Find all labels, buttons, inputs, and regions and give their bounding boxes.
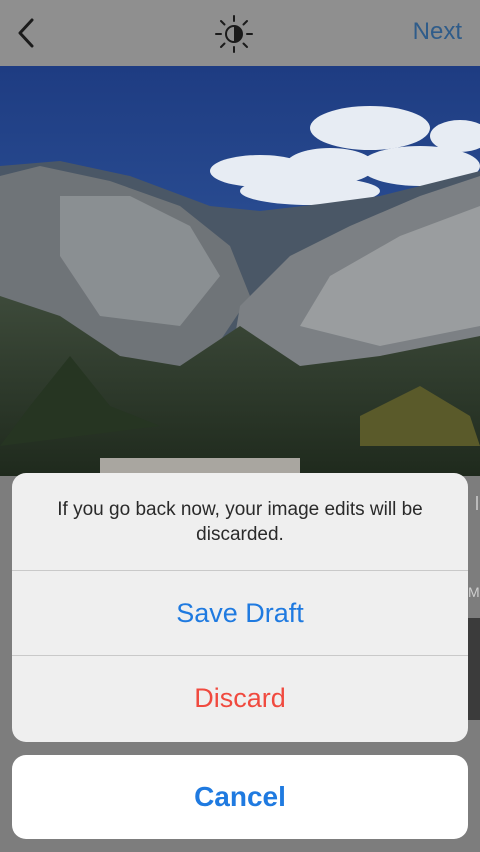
discard-button[interactable]: Discard bbox=[12, 656, 468, 741]
action-sheet-message: If you go back now, your image edits wil… bbox=[12, 473, 468, 571]
save-draft-button[interactable]: Save Draft bbox=[12, 571, 468, 656]
top-navigation-bar: Next bbox=[0, 0, 480, 66]
lux-sun-icon[interactable] bbox=[214, 14, 254, 54]
chevron-left-icon[interactable] bbox=[14, 16, 42, 50]
cancel-button[interactable]: Cancel bbox=[12, 755, 468, 839]
next-button[interactable]: Next bbox=[413, 18, 462, 46]
photo-preview bbox=[0, 66, 480, 476]
filter-label-peek: Mo bbox=[468, 584, 480, 600]
scroll-indicator bbox=[476, 496, 478, 510]
action-sheet: If you go back now, your image edits wil… bbox=[12, 473, 468, 742]
filter-thumbnail-peek[interactable] bbox=[468, 618, 480, 720]
